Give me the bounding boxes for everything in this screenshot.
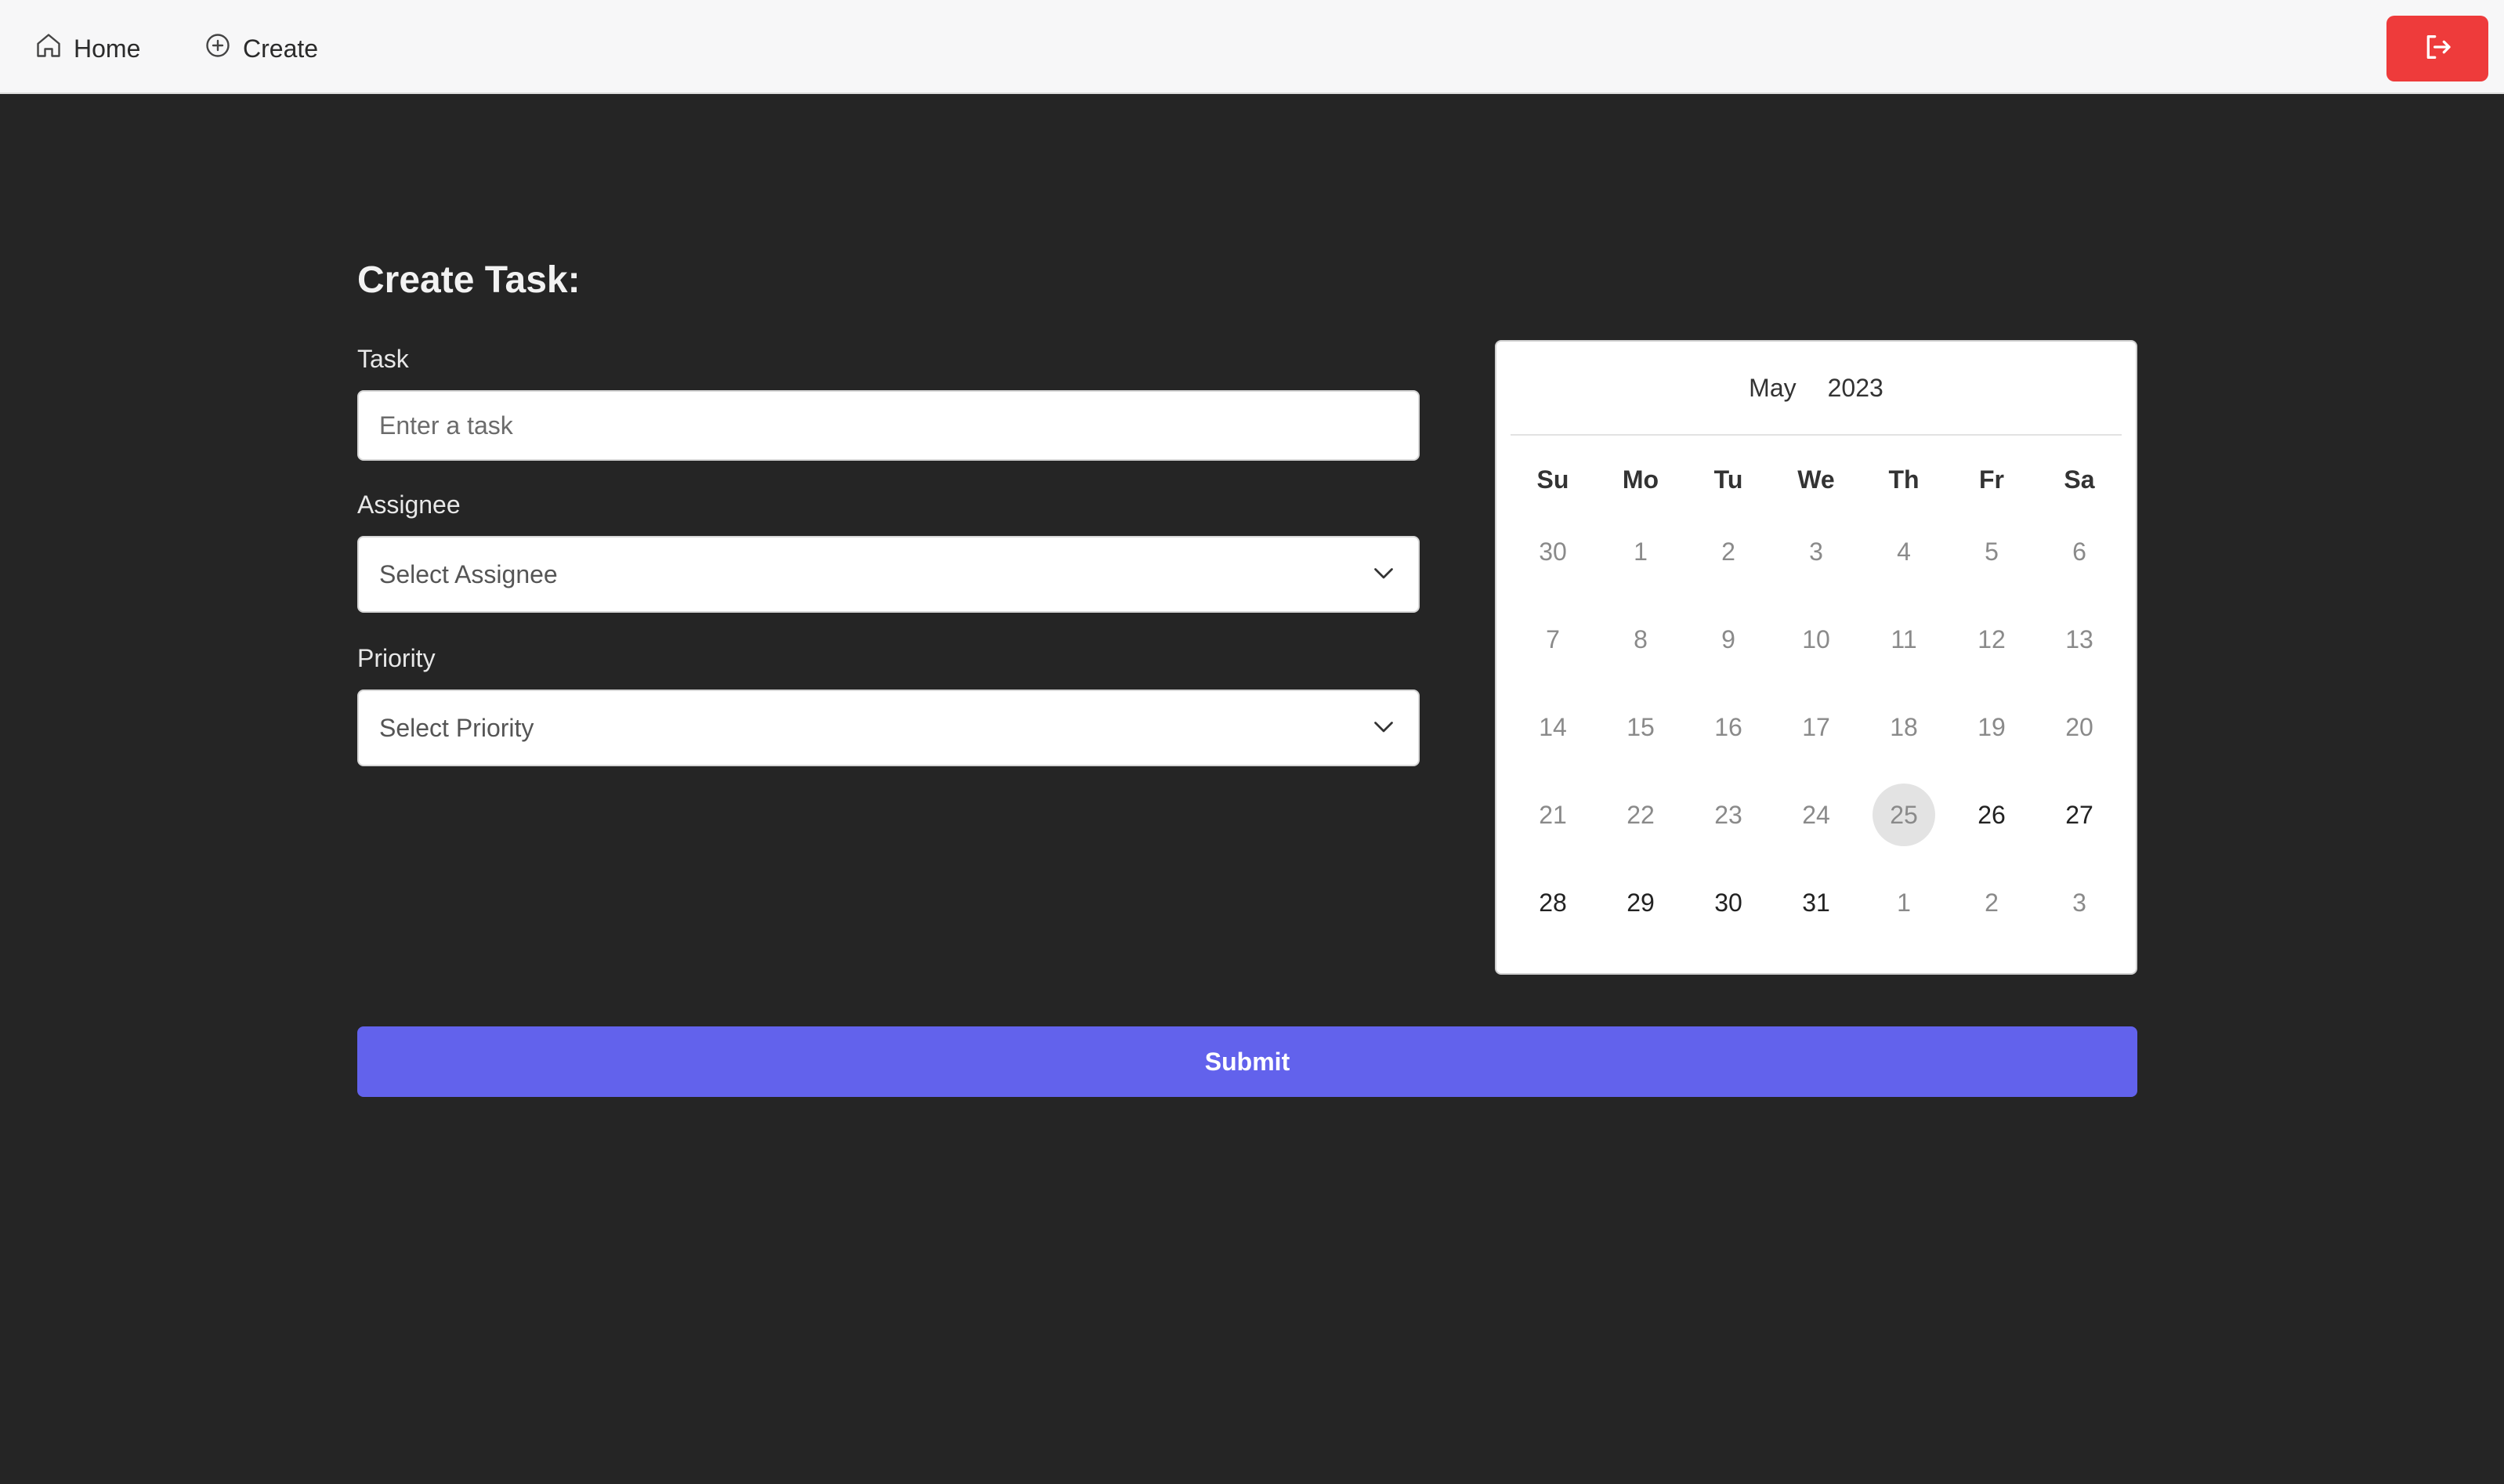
weekday-label: Mo xyxy=(1622,465,1659,494)
top-navbar: Home Create xyxy=(0,0,2504,94)
calendar-day[interactable]: 25 xyxy=(1873,784,1935,846)
calendar-day[interactable]: 3 xyxy=(1785,520,1847,583)
priority-select-value: Select Priority xyxy=(379,713,534,742)
calendar-day[interactable]: 14 xyxy=(1522,696,1584,758)
calendar-day[interactable]: 30 xyxy=(1697,871,1760,934)
calendar-day[interactable]: 6 xyxy=(2048,520,2111,583)
calendar-day[interactable]: 27 xyxy=(2048,784,2111,846)
weekday-label: We xyxy=(1797,465,1835,494)
calendar-day[interactable]: 7 xyxy=(1522,608,1584,671)
calendar-day[interactable]: 21 xyxy=(1522,784,1584,846)
calendar-day[interactable]: 29 xyxy=(1609,871,1672,934)
task-input[interactable] xyxy=(357,390,1420,461)
submit-button[interactable]: Submit xyxy=(357,1026,2137,1097)
chevron-down-icon xyxy=(1370,712,1398,744)
calendar-day[interactable]: 3 xyxy=(2048,871,2111,934)
weekday-label: Sa xyxy=(2064,465,2095,494)
calendar-day[interactable]: 24 xyxy=(1785,784,1847,846)
calendar-day[interactable]: 16 xyxy=(1697,696,1760,758)
assignee-select[interactable]: Select Assignee xyxy=(357,536,1420,613)
home-icon xyxy=(34,31,74,66)
chevron-down-icon xyxy=(1370,559,1398,591)
weekday-label: Tu xyxy=(1713,465,1743,494)
logout-button[interactable] xyxy=(2386,16,2488,81)
calendar-day[interactable]: 1 xyxy=(1609,520,1672,583)
calendar-day[interactable]: 5 xyxy=(1960,520,2023,583)
calendar-day[interactable]: 31 xyxy=(1785,871,1847,934)
calendar-day[interactable]: 17 xyxy=(1785,696,1847,758)
assignee-label: Assignee xyxy=(357,490,461,519)
calendar-day[interactable]: 10 xyxy=(1785,608,1847,671)
calendar-day[interactable]: 18 xyxy=(1873,696,1935,758)
calendar-day[interactable]: 15 xyxy=(1609,696,1672,758)
calendar-day[interactable]: 28 xyxy=(1522,871,1584,934)
page-title: Create Task: xyxy=(357,259,581,301)
priority-select[interactable]: Select Priority xyxy=(357,690,1420,766)
calendar-day[interactable]: 22 xyxy=(1609,784,1672,846)
weekday-label: Fr xyxy=(1979,465,2004,494)
calendar-day[interactable]: 13 xyxy=(2048,608,2111,671)
calendar-day[interactable]: 2 xyxy=(1960,871,2023,934)
weekday-label: Th xyxy=(1888,465,1920,494)
date-calendar: May 2023 Su Mo Tu We Th Fr Sa 30 1 2 3 4 5 6 7 8 9 10 11 12… xyxy=(1495,340,2137,975)
calendar-day[interactable]: 20 xyxy=(2048,696,2111,758)
plus-circle-icon xyxy=(204,31,243,66)
logout-icon xyxy=(2422,31,2453,67)
task-label: Task xyxy=(357,345,409,373)
calendar-day[interactable]: 1 xyxy=(1873,871,1935,934)
nav-create-label: Create xyxy=(243,34,319,63)
assignee-select-value: Select Assignee xyxy=(379,559,558,588)
priority-label: Priority xyxy=(357,644,436,672)
calendar-day[interactable]: 19 xyxy=(1960,696,2023,758)
calendar-day[interactable]: 11 xyxy=(1873,608,1935,671)
nav-create-link[interactable]: Create xyxy=(204,27,318,71)
calendar-day[interactable]: 30 xyxy=(1522,520,1584,583)
calendar-day[interactable]: 12 xyxy=(1960,608,2023,671)
calendar-day[interactable]: 2 xyxy=(1697,520,1760,583)
calendar-grid: Su Mo Tu We Th Fr Sa 30 1 2 3 4 5 6 7 8 9 10 11 12 13 14 15 16 1… xyxy=(1496,342,2136,973)
calendar-day[interactable]: 4 xyxy=(1873,520,1935,583)
nav-home-label: Home xyxy=(74,34,141,63)
nav-home-link[interactable]: Home xyxy=(34,27,140,71)
calendar-day[interactable]: 8 xyxy=(1609,608,1672,671)
calendar-day[interactable]: 23 xyxy=(1697,784,1760,846)
calendar-day[interactable]: 26 xyxy=(1960,784,2023,846)
calendar-day[interactable]: 9 xyxy=(1697,608,1760,671)
weekday-label: Su xyxy=(1536,465,1569,494)
